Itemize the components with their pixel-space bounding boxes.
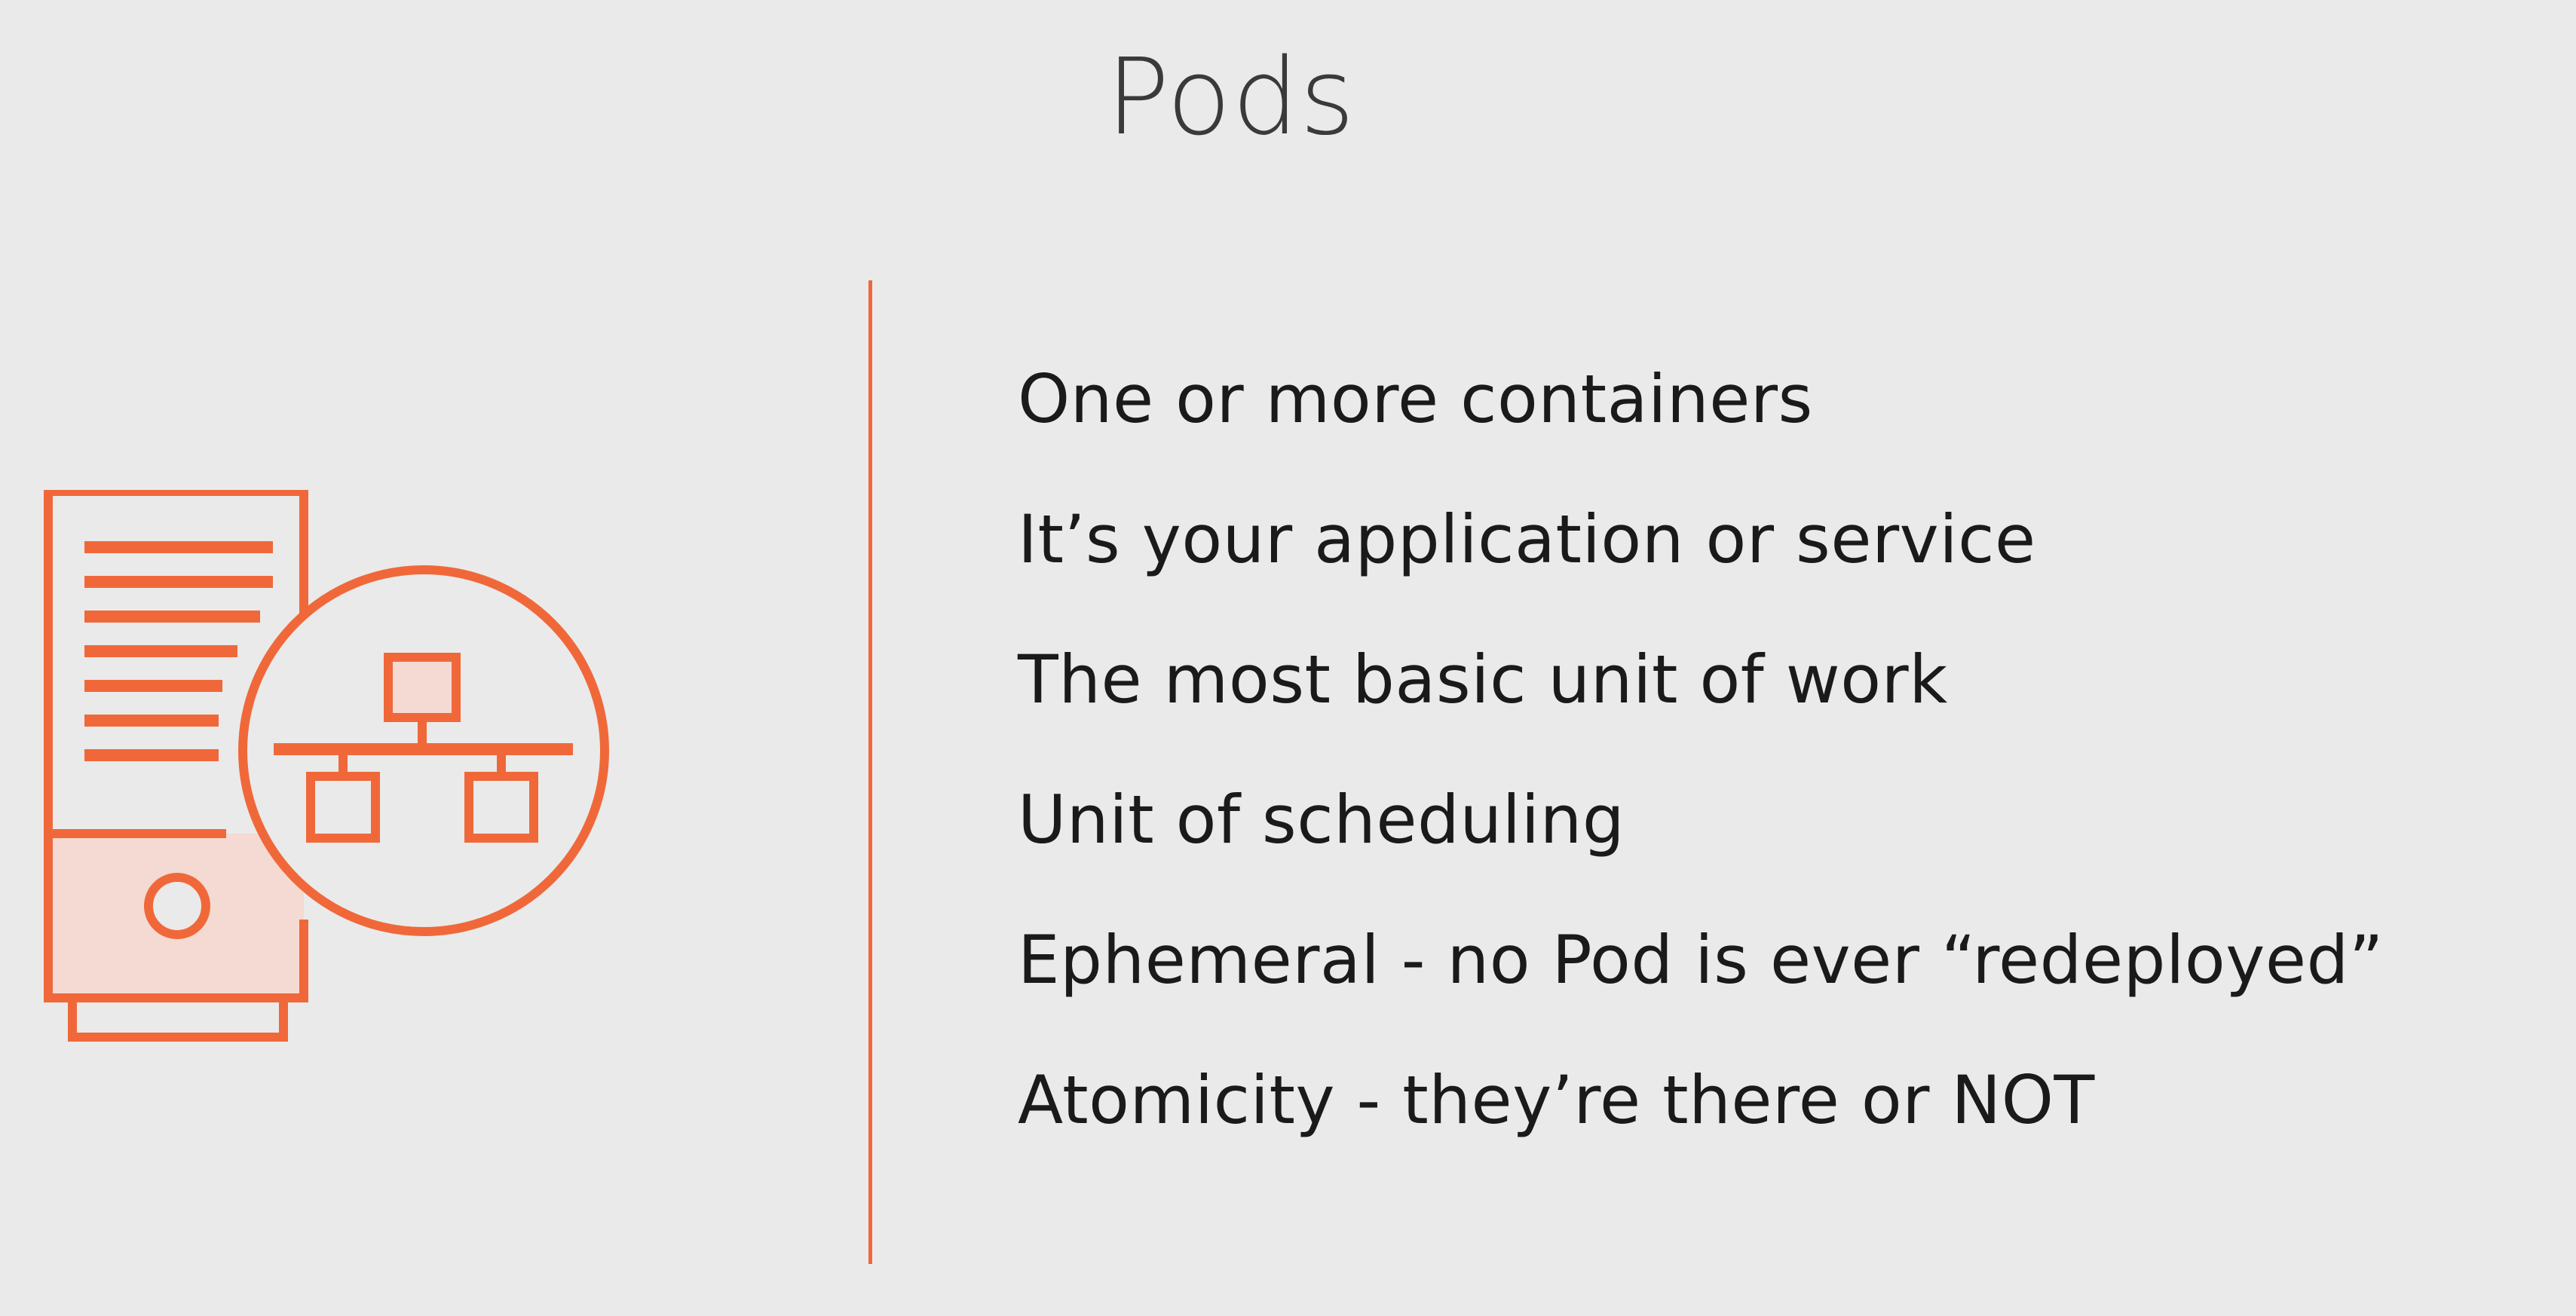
bullet-list: One or more containers It’s your applica… (1018, 362, 2384, 1203)
slide-title: Pods (1106, 36, 1355, 159)
bullet-item: One or more containers (1018, 360, 1813, 438)
vertical-divider (868, 280, 872, 1264)
server-network-icon (38, 490, 626, 1055)
bullet-item: Unit of scheduling (1018, 781, 1625, 858)
network-icon (238, 565, 609, 936)
bullet-item: The most basic unit of work (1018, 641, 1948, 718)
bullet-item: Ephemeral - no Pod is ever “redeployed” (1018, 921, 2384, 999)
bullet-item: Atomicity - they’re there or NOT (1018, 1061, 2095, 1139)
bullet-item: It’s your application or service (1018, 500, 2036, 578)
